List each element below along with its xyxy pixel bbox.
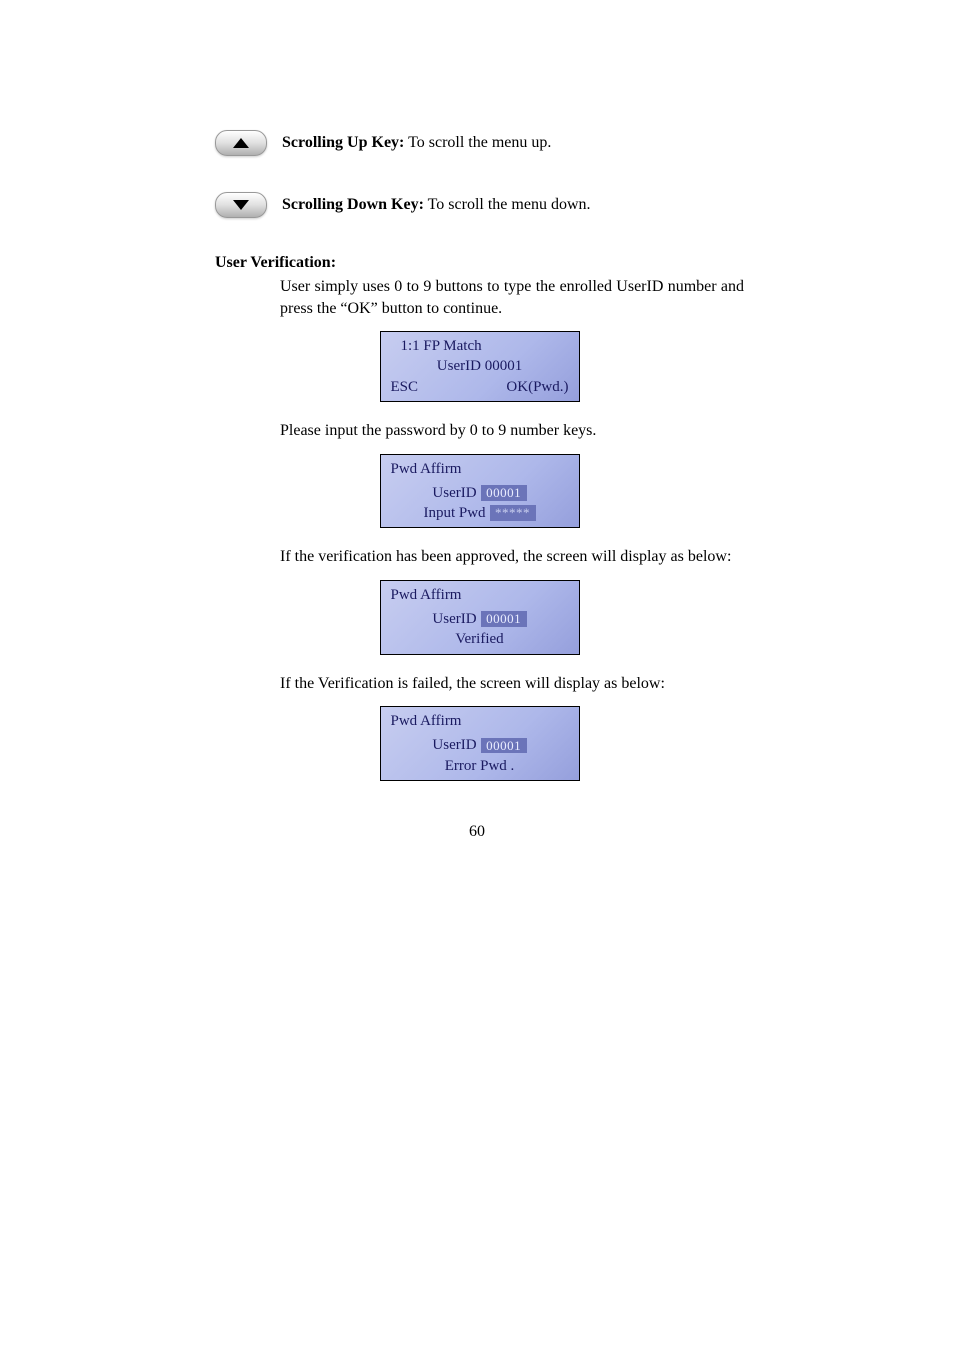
scrolling-up-key-title: Scrolling Up Key:	[282, 134, 404, 151]
lcd4-status: Error Pwd .	[383, 756, 577, 776]
lcd-screen-fp-match: 1:1 FP Match UserID 00001 ESC OK(Pwd.)	[380, 331, 580, 402]
lcd3-line1: Pwd Affirm	[383, 585, 577, 605]
scrolling-up-key-desc: To scroll the menu up.	[404, 134, 551, 151]
lcd2-userid-label: UserID	[432, 483, 476, 503]
lcd2-userid-value: 00001	[481, 485, 527, 501]
paragraph-intro: User simply uses 0 to 9 buttons to type …	[280, 276, 744, 319]
scrolling-down-key-text: Scrolling Down Key: To scroll the menu d…	[282, 194, 591, 216]
lcd1-ok: OK(Pwd.)	[506, 377, 568, 397]
lcd-screen-verified: Pwd Affirm UserID 00001 Verified	[380, 580, 580, 655]
lcd1-esc: ESC	[391, 377, 419, 397]
lcd3-userid-value: 00001	[481, 611, 527, 627]
lcd3-userid-label: UserID	[432, 609, 476, 629]
paragraph-verified: If the verification has been approved, t…	[280, 546, 744, 568]
down-arrow-icon	[215, 192, 267, 218]
paragraph-input-pwd: Please input the password by 0 to 9 numb…	[280, 420, 744, 442]
section-heading-user-verification: User Verification:	[215, 254, 744, 272]
lcd2-inputpwd-value: *****	[490, 505, 536, 521]
lcd3-status: Verified	[383, 629, 577, 649]
lcd4-userid-label: UserID	[432, 735, 476, 755]
scrolling-down-key-desc: To scroll the menu down.	[424, 196, 591, 213]
lcd4-userid-value: 00001	[481, 738, 527, 754]
paragraph-failed: If the Verification is failed, the scree…	[280, 673, 744, 695]
lcd1-line2: UserID 00001	[383, 356, 577, 376]
lcd1-line1: 1:1 FP Match	[383, 336, 577, 356]
scrolling-up-key-text: Scrolling Up Key: To scroll the menu up.	[282, 132, 551, 154]
lcd2-line1: Pwd Affirm	[383, 459, 577, 479]
scrolling-down-key-title: Scrolling Down Key:	[282, 196, 424, 213]
document-page: Scrolling Up Key: To scroll the menu up.…	[0, 0, 954, 1351]
lcd4-line1: Pwd Affirm	[383, 711, 577, 731]
scrolling-down-key-row: Scrolling Down Key: To scroll the menu d…	[215, 192, 744, 218]
lcd-screen-pwd-input: Pwd Affirm UserID 00001 Input Pwd *****	[380, 454, 580, 529]
up-arrow-icon	[215, 130, 267, 156]
scrolling-up-key-row: Scrolling Up Key: To scroll the menu up.	[215, 130, 744, 156]
page-number: 60	[0, 823, 954, 841]
lcd2-inputpwd-label: Input Pwd	[423, 503, 485, 523]
lcd-screen-error: Pwd Affirm UserID 00001 Error Pwd .	[380, 706, 580, 781]
